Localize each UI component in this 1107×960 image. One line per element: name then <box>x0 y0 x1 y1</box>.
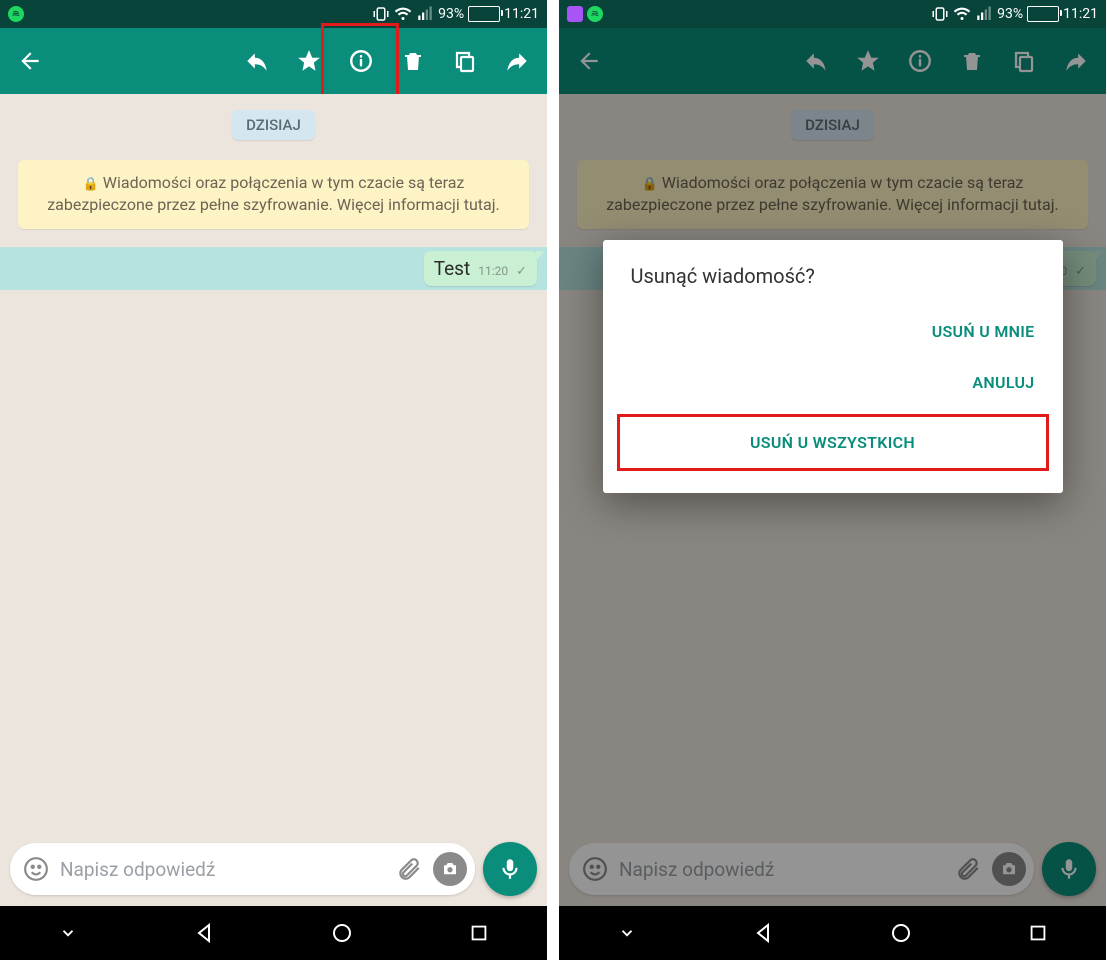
mic-button[interactable] <box>483 842 537 896</box>
date-separator: DZISIAJ <box>232 110 315 140</box>
android-nav-bar <box>559 906 1106 960</box>
status-bar: 93% 11:21 <box>559 0 1106 28</box>
composer: Napisz odpowiedź <box>0 834 547 906</box>
nav-expand-icon[interactable] <box>605 911 649 955</box>
notification-icon <box>567 6 583 22</box>
delete-for-everyone-button[interactable]: USUŃ U WSZYSTKICH <box>617 414 1049 471</box>
attach-icon[interactable] <box>391 851 427 887</box>
chat-area[interactable]: DZISIAJ 🔒 Wiadomości oraz połączenia w t… <box>0 94 547 906</box>
camera-icon[interactable] <box>433 852 467 886</box>
info-icon[interactable] <box>337 37 385 85</box>
encryption-notice[interactable]: 🔒 Wiadomości oraz połączenia w tym czaci… <box>18 160 529 229</box>
signal-icon <box>975 5 993 23</box>
delete-icon[interactable] <box>389 37 437 85</box>
nav-recents-icon[interactable] <box>1016 911 1060 955</box>
wifi-icon <box>953 5 971 23</box>
selected-message-row[interactable]: Test 11:20 ✓ <box>0 247 547 290</box>
phone-left: 93% 11:21 DZISIAJ 🔒 Wiadomości oraz połą… <box>0 0 547 960</box>
modal-overlay: Usunąć wiadomość? USUŃ U MNIE ANULUJ USU… <box>559 28 1106 906</box>
nav-home-icon[interactable] <box>879 911 923 955</box>
star-icon[interactable] <box>285 37 333 85</box>
nav-back-icon[interactable] <box>183 911 227 955</box>
clock: 11:21 <box>504 6 539 22</box>
sent-tick-icon: ✓ <box>516 264 527 279</box>
delete-for-me-button[interactable]: USUŃ U MNIE <box>603 306 1063 357</box>
message-input[interactable]: Napisz odpowiedź <box>60 858 385 881</box>
status-bar: 93% 11:21 <box>0 0 547 28</box>
vibrate-icon <box>931 5 949 23</box>
nav-home-icon[interactable] <box>320 911 364 955</box>
battery-percent: 93% <box>438 6 464 22</box>
emoji-icon[interactable] <box>18 851 54 887</box>
encryption-text: Wiadomości oraz połączenia w tym czacie … <box>47 173 500 214</box>
spotify-icon <box>587 6 603 22</box>
back-icon[interactable] <box>6 37 54 85</box>
android-nav-bar <box>0 906 547 960</box>
message-time: 11:20 <box>478 264 508 278</box>
battery-icon <box>1027 6 1059 22</box>
battery-percent: 93% <box>997 6 1023 22</box>
nav-expand-icon[interactable] <box>46 911 90 955</box>
selection-action-bar <box>0 28 547 94</box>
message-text: Test <box>434 257 471 280</box>
spotify-icon <box>8 6 24 22</box>
vibrate-icon <box>372 5 390 23</box>
nav-recents-icon[interactable] <box>457 911 501 955</box>
battery-icon <box>468 6 500 22</box>
reply-icon[interactable] <box>233 37 281 85</box>
clock: 11:21 <box>1063 6 1098 22</box>
nav-back-icon[interactable] <box>742 911 786 955</box>
copy-icon[interactable] <box>441 37 489 85</box>
wifi-icon <box>394 5 412 23</box>
phone-right: 93% 11:21 DZISIAJ 🔒 Wiadomości oraz połą… <box>559 0 1106 960</box>
cancel-button[interactable]: ANULUJ <box>603 357 1063 408</box>
message-input-wrap[interactable]: Napisz odpowiedź <box>10 843 475 895</box>
lock-icon: 🔒 <box>83 177 99 192</box>
dialog-title: Usunąć wiadomość? <box>603 264 1063 306</box>
outgoing-message[interactable]: Test 11:20 ✓ <box>424 251 537 286</box>
delete-dialog: Usunąć wiadomość? USUŃ U MNIE ANULUJ USU… <box>603 240 1063 493</box>
forward-icon[interactable] <box>493 37 541 85</box>
signal-icon <box>416 5 434 23</box>
